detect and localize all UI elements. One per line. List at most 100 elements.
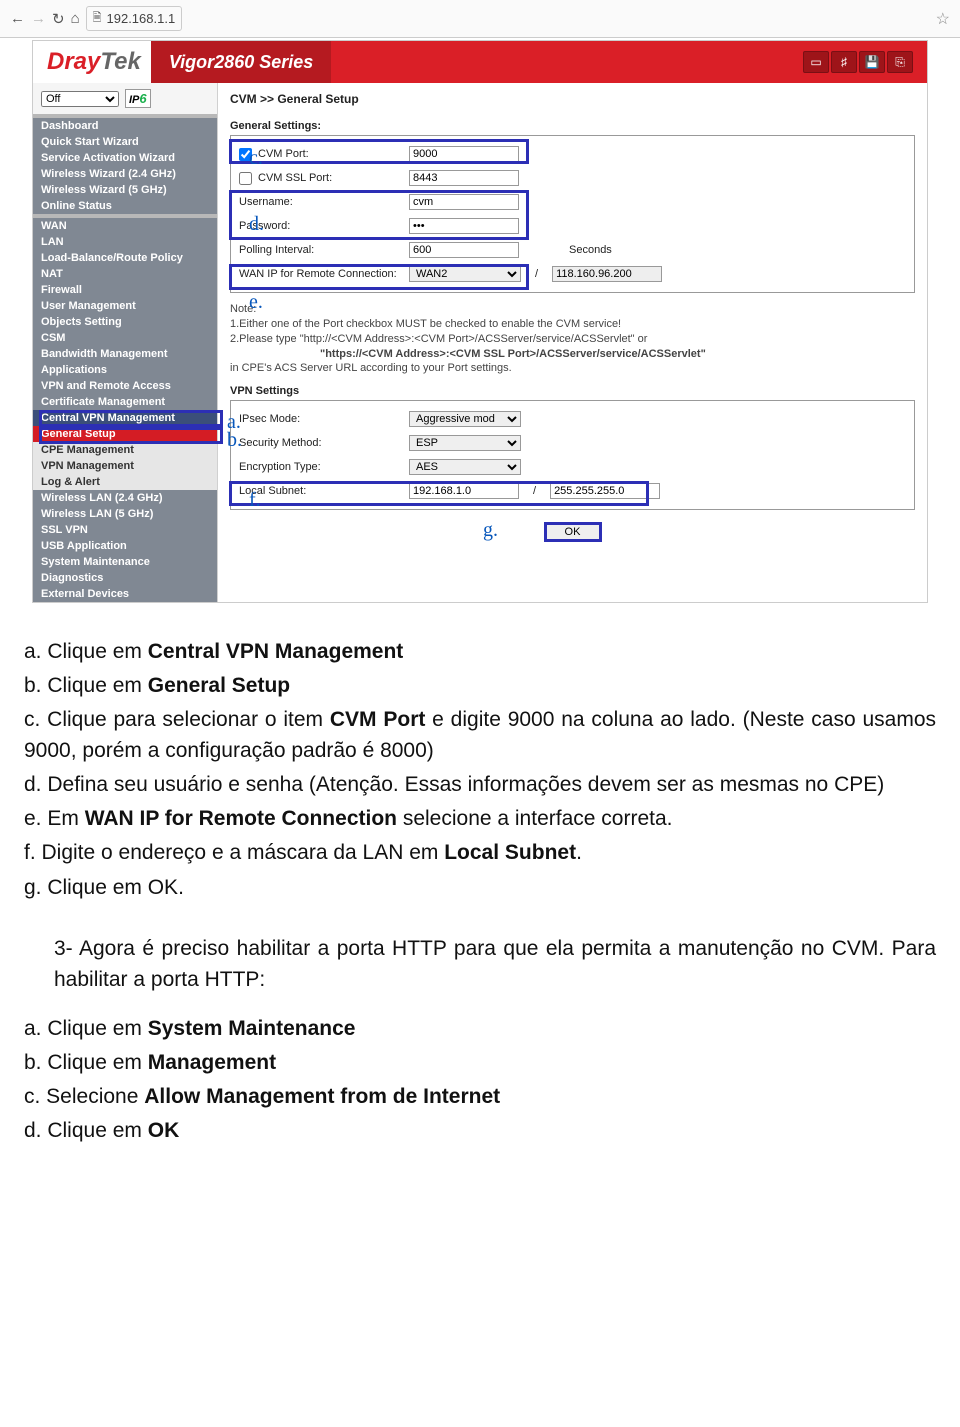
polling-row: Polling Interval: Seconds: [239, 238, 906, 262]
sidebar-item-wireless-5[interactable]: Wireless Wizard (5 GHz): [33, 182, 217, 198]
polling-label: Polling Interval:: [239, 244, 399, 256]
callout-c: c.: [249, 147, 263, 170]
step-c: c. Clique para selecionar o item CVM Por…: [24, 704, 936, 766]
sidebar-item-online-status[interactable]: Online Status: [33, 198, 217, 214]
sidebar-item-log-alert[interactable]: Log & Alert: [33, 474, 217, 490]
ok-button[interactable]: OK: [544, 522, 602, 542]
step2-d: d. Clique em OK: [24, 1115, 936, 1146]
enc-select[interactable]: AES: [409, 459, 521, 475]
sidebar-item-wlan-5[interactable]: Wireless LAN (5 GHz): [33, 506, 217, 522]
enc-row: Encryption Type: AES: [239, 455, 906, 479]
note-2b: "https://<CVM Address>:<CVM SSL Port>/AC…: [320, 348, 706, 360]
reload-icon[interactable]: ↻: [52, 10, 65, 28]
enc-label: Encryption Type:: [239, 461, 399, 473]
series-label: Vigor2860 Series: [151, 41, 331, 83]
step-b: b. Clique em General Setup: [24, 670, 936, 701]
password-input[interactable]: [409, 218, 519, 234]
section-general-settings: General Settings:: [230, 120, 915, 132]
sidebar-item-central-vpn[interactable]: Central VPN Management: [33, 410, 217, 426]
sidebar-item-ext-devices[interactable]: External Devices: [33, 586, 217, 602]
sidebar-item-vpn-mgmt[interactable]: VPN Management: [33, 458, 217, 474]
sidebar-item-general-setup[interactable]: General Setup: [33, 426, 217, 442]
password-row: Password:: [239, 214, 906, 238]
ipv6-badge: IP6: [125, 89, 151, 108]
sidebar-item-wan[interactable]: WAN: [33, 218, 217, 234]
username-row: Username:: [239, 190, 906, 214]
sidebar-group-3: Wireless LAN (2.4 GHz) Wireless LAN (5 G…: [33, 490, 217, 602]
sidebar-item-bandwidth[interactable]: Bandwidth Management: [33, 346, 217, 362]
step-f: f. Digite o endereço e a máscara da LAN …: [24, 837, 936, 868]
sidebar-item-user-mgmt[interactable]: User Management: [33, 298, 217, 314]
router-header: DrayTek Vigor2860 Series ▭ ♯ 💾 ⎘: [33, 41, 927, 83]
content-area: CVM >> General Setup General Settings: C…: [218, 83, 927, 602]
sidebar-item-usb[interactable]: USB Application: [33, 538, 217, 554]
sidebar: Off IP6 Dashboard Quick Start Wizard Ser…: [33, 83, 218, 602]
wanip-label: WAN IP for Remote Connection:: [239, 268, 399, 280]
cvm-ssl-checkbox[interactable]: [239, 172, 252, 185]
url-box[interactable]: 🗎 192.168.1.1: [86, 6, 183, 31]
local-subnet-label: Local Subnet:: [239, 485, 399, 497]
sidebar-item-firewall[interactable]: Firewall: [33, 282, 217, 298]
local-subnet-ip[interactable]: [409, 483, 519, 499]
callout-f: f.: [249, 489, 261, 512]
sidebar-off-select[interactable]: Off: [41, 91, 119, 107]
secmethod-row: Security Method: ESP: [239, 431, 906, 455]
sidebar-item-cpe-mgmt[interactable]: CPE Management: [33, 442, 217, 458]
sidebar-item-sslvpn[interactable]: SSL VPN: [33, 522, 217, 538]
header-icon-1[interactable]: ▭: [803, 51, 829, 73]
sidebar-item-diagnostics[interactable]: Diagnostics: [33, 570, 217, 586]
local-subnet-mask[interactable]: [550, 483, 660, 499]
sidebar-item-cert-mgmt[interactable]: Certificate Management: [33, 394, 217, 410]
back-icon[interactable]: ←: [10, 10, 25, 27]
cvm-port-input[interactable]: [409, 146, 519, 162]
step-g: g. Clique em OK.: [24, 872, 936, 903]
logo: DrayTek: [33, 41, 151, 83]
cvm-ssl-input[interactable]: [409, 170, 519, 186]
sidebar-subgroup: General Setup CPE Management VPN Managem…: [33, 426, 217, 490]
wanip-select[interactable]: WAN2: [409, 266, 521, 282]
sidebar-item-loadbalance[interactable]: Load-Balance/Route Policy: [33, 250, 217, 266]
callout-g: g.: [483, 519, 498, 542]
header-icon-2[interactable]: ♯: [831, 51, 857, 73]
sidebar-item-objects[interactable]: Objects Setting: [33, 314, 217, 330]
sidebar-item-applications[interactable]: Applications: [33, 362, 217, 378]
sidebar-item-service-activation[interactable]: Service Activation Wizard: [33, 150, 217, 166]
step2-a: a. Clique em System Maintenance: [24, 1013, 936, 1044]
bookmark-star-icon[interactable]: ☆: [936, 9, 950, 29]
cvm-ssl-label: CVM SSL Port:: [258, 172, 332, 184]
sidebar-group-2: WAN LAN Load-Balance/Route Policy NAT Fi…: [33, 218, 217, 426]
sidebar-item-wlan-24[interactable]: Wireless LAN (2.4 GHz): [33, 490, 217, 506]
username-input[interactable]: [409, 194, 519, 210]
header-icon-logout[interactable]: ⎘: [887, 51, 913, 73]
sidebar-item-sys-maint[interactable]: System Maintenance: [33, 554, 217, 570]
sidebar-item-nat[interactable]: NAT: [33, 266, 217, 282]
polling-input[interactable]: [409, 242, 519, 258]
step-a: a. Clique em Central VPN Management: [24, 636, 936, 667]
callout-e: e.: [249, 291, 263, 314]
ipsec-row: IPsec Mode: Aggressive mod: [239, 407, 906, 431]
sidebar-item-vpn-remote[interactable]: VPN and Remote Access: [33, 378, 217, 394]
home-icon[interactable]: ⌂: [71, 10, 80, 27]
wanip-row: WAN IP for Remote Connection: WAN2 /: [239, 262, 906, 286]
sidebar-item-dashboard[interactable]: Dashboard: [33, 118, 217, 134]
sidebar-item-wireless-24[interactable]: Wireless Wizard (2.4 GHz): [33, 166, 217, 182]
general-settings-panel: CVM Port: CVM SSL Port: Username: P: [230, 135, 915, 293]
sidebar-item-quick-start[interactable]: Quick Start Wizard: [33, 134, 217, 150]
browser-toolbar: ← → ↻ ⌂ 🗎 192.168.1.1 ☆: [0, 0, 960, 38]
ipsec-label: IPsec Mode:: [239, 413, 399, 425]
logo-dray: Dray: [47, 48, 100, 76]
secmethod-select[interactable]: ESP: [409, 435, 521, 451]
page-icon: 🗎: [93, 9, 102, 28]
section-vpn-settings: VPN Settings: [230, 385, 915, 397]
ipsec-select[interactable]: Aggressive mod: [409, 411, 521, 427]
note-2a: 2.Please type "http://<CVM Address>:<CVM…: [230, 333, 647, 345]
secmethod-label: Security Method:: [239, 437, 399, 449]
forward-icon[interactable]: →: [31, 10, 46, 27]
step-e: e. Em WAN IP for Remote Connection selec…: [24, 803, 936, 834]
sidebar-item-lan[interactable]: LAN: [33, 234, 217, 250]
local-subnet-row: Local Subnet: /: [239, 479, 906, 503]
logo-tek: Tek: [100, 48, 140, 76]
url-text: 192.168.1.1: [107, 11, 176, 26]
sidebar-item-csm[interactable]: CSM: [33, 330, 217, 346]
header-icon-save[interactable]: 💾: [859, 51, 885, 73]
